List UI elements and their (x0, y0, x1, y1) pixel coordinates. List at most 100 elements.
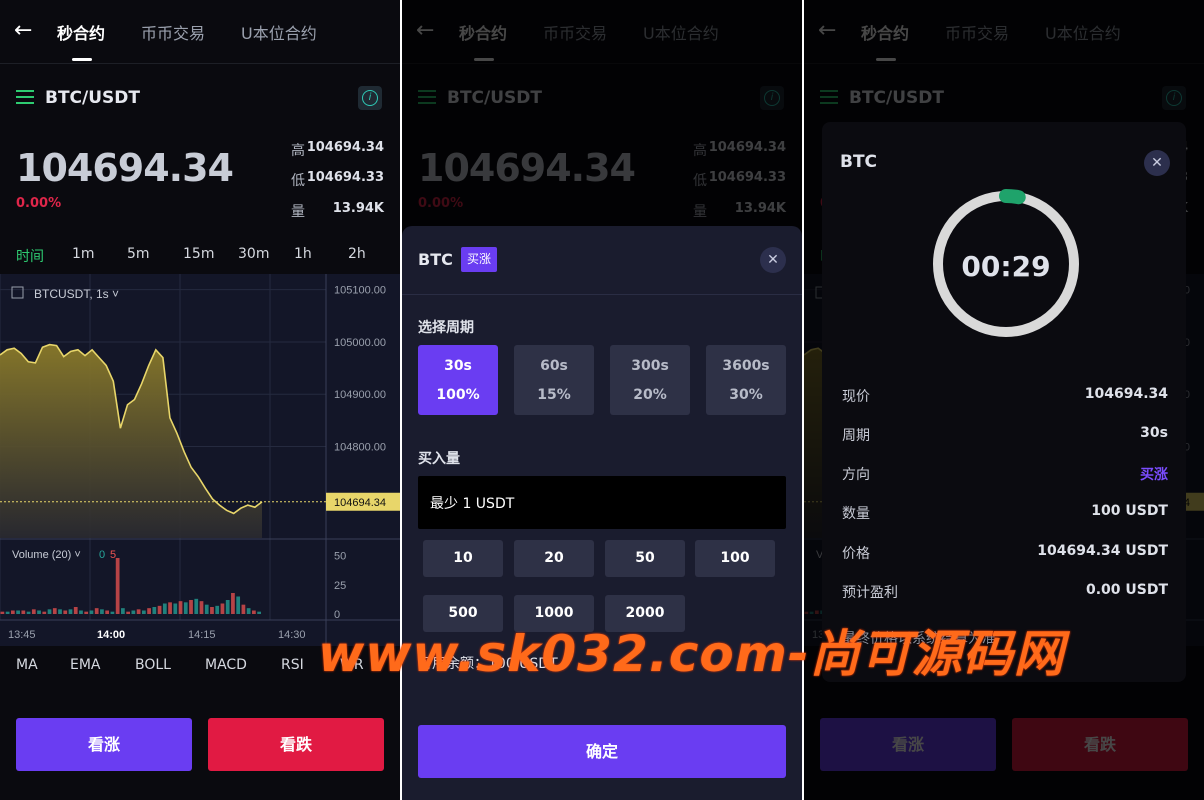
stat-low-label: 低 (291, 173, 305, 189)
period-time: 30s (444, 358, 472, 374)
row-label: 预计盈利 (842, 585, 898, 601)
buy-down-button[interactable]: 看跌 (208, 718, 384, 771)
period-option[interactable]: 3600s 30% (706, 345, 786, 415)
period-rate: 15% (537, 387, 571, 403)
volume-readout: 5 (110, 549, 116, 561)
timeframe-1h[interactable]: 1h (294, 246, 312, 262)
volume-bar (126, 611, 130, 614)
chart-svg: 104694.34 105100.00 105000.00 104900.00 1048… (0, 274, 400, 646)
volume-bar (42, 611, 47, 614)
chart-title: BTCUSDT, 1s ˅ (34, 287, 119, 301)
countdown-time: 00:29 (961, 250, 1051, 283)
volume-bar (136, 609, 141, 614)
volume-bar (16, 610, 20, 614)
amount-input[interactable]: 最少 1 USDT (418, 476, 786, 529)
period-option[interactable]: 30s 100% (418, 345, 498, 415)
volume-bar (73, 607, 78, 614)
amount-chip[interactable]: 100 (695, 540, 775, 577)
order-sheet: BTC 买涨 ✕ 选择周期 30s 100% 60s 15% 300s 20% 360… (402, 226, 802, 800)
buy-up-button[interactable]: 看涨 (16, 718, 192, 771)
close-icon[interactable]: ✕ (1144, 150, 1170, 176)
volume-bar (21, 610, 26, 614)
volume-bar (236, 596, 241, 614)
volume-bar (178, 601, 183, 614)
row-value: 买涨 (1140, 467, 1168, 483)
indicator-macd[interactable]: MACD (205, 657, 247, 673)
stat-low-value: 104694.33 (306, 170, 384, 185)
timeframe-5m[interactable]: 5m (127, 246, 150, 262)
amount-placeholder: 最少 1 USDT (430, 496, 515, 512)
amount-label: 买入量 (418, 451, 460, 467)
price-change: 0.00% (16, 196, 62, 211)
indicator-rsi[interactable]: RSI (281, 657, 304, 673)
timeframe-30m[interactable]: 30m (238, 246, 269, 262)
volume-bar (204, 604, 209, 614)
last-price-label: 104694.34 (334, 497, 386, 509)
period-rate: 100% (436, 387, 480, 403)
volume-bar (105, 610, 110, 614)
period-option[interactable]: 300s 20% (610, 345, 690, 415)
stat-high-value: 104694.34 (306, 140, 384, 155)
close-icon[interactable]: ✕ (760, 247, 786, 273)
row-label: 现价 (842, 389, 870, 405)
y-tick-label: 104900.00 (334, 389, 386, 401)
row-value: 104694.34 USDT (1037, 543, 1168, 559)
timeframe-2h[interactable]: 2h (348, 246, 366, 262)
volume-bar (257, 611, 261, 614)
divider (402, 294, 802, 295)
tab-spot[interactable]: 币币交易 (141, 20, 205, 44)
amount-chip[interactable]: 50 (605, 540, 685, 577)
indicator-ema[interactable]: EMA (70, 657, 101, 673)
sheet-title: BTC (418, 250, 453, 269)
volume-bar (241, 604, 246, 614)
volume-bar (31, 609, 36, 614)
stat-volume-value: 13.94K (332, 201, 384, 216)
volume-tick-label: 50 (334, 551, 346, 563)
confirm-button[interactable]: 确定 (418, 725, 786, 778)
volume-bar (89, 610, 94, 614)
timeframe-time[interactable]: 时间 (16, 246, 44, 266)
period-rate: 30% (729, 387, 763, 403)
pair-title[interactable]: BTC/USDT (45, 88, 140, 108)
volume-bar (157, 605, 162, 614)
tab-usdt-futures[interactable]: U本位合约 (241, 20, 317, 44)
volume-bar (10, 610, 15, 614)
volume-bar (162, 603, 167, 614)
amount-chip[interactable]: 10 (423, 540, 503, 577)
stat-volume-label: 量 (291, 204, 305, 220)
period-time: 3600s (722, 358, 770, 374)
arrow-left-icon[interactable]: ← (14, 18, 32, 44)
period-option[interactable]: 60s 15% (514, 345, 594, 415)
volume-bar (37, 610, 41, 614)
volume-bar (246, 608, 251, 614)
tab-second-contract[interactable]: 秒合约 (57, 20, 105, 44)
volume-bar (147, 608, 151, 614)
price-chart[interactable]: 104694.34 105100.00 105000.00 104900.00 1048… (0, 274, 400, 646)
volume-bar (115, 558, 120, 614)
menu-icon[interactable] (16, 90, 34, 104)
timeframe-15m[interactable]: 15m (183, 246, 214, 262)
volume-bar (194, 598, 199, 614)
volume-bar (231, 593, 235, 614)
x-tick-label: 14:15 (188, 629, 216, 641)
timeframe-1m[interactable]: 1m (72, 246, 95, 262)
volume-bar (63, 610, 68, 614)
direction-tag: 买涨 (461, 247, 497, 272)
row-label: 方向 (842, 467, 870, 483)
indicator-boll[interactable]: BOLL (135, 657, 171, 673)
volume-bar (94, 608, 99, 614)
volume-bar (199, 601, 204, 614)
volume-bar (141, 610, 146, 614)
period-label: 选择周期 (418, 320, 474, 336)
row-label: 数量 (842, 506, 870, 522)
x-tick-label: 13:45 (8, 629, 36, 641)
modal-title: BTC (840, 152, 878, 172)
volume-bar (183, 602, 188, 614)
volume-bar (189, 600, 193, 614)
amount-chip[interactable]: 20 (514, 540, 594, 577)
volume-bar (168, 602, 172, 614)
info-button[interactable]: i (358, 86, 382, 110)
y-tick-label: 104800.00 (334, 442, 386, 454)
x-tick-label: 14:00 (97, 629, 125, 641)
indicator-ma[interactable]: MA (16, 657, 38, 673)
